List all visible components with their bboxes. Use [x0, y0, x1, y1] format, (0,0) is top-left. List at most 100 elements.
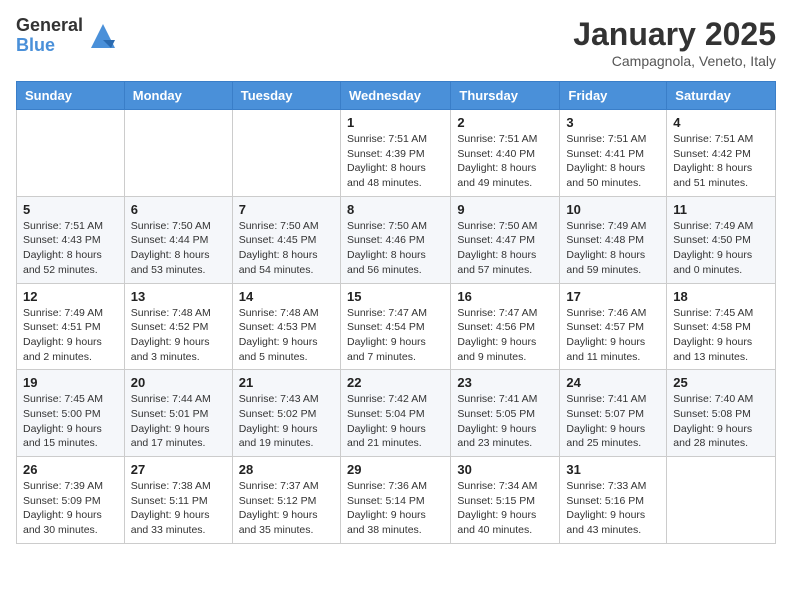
day-number: 12 [23, 289, 118, 304]
day-info: Sunrise: 7:43 AM Sunset: 5:02 PM Dayligh… [239, 392, 334, 451]
day-info: Sunrise: 7:37 AM Sunset: 5:12 PM Dayligh… [239, 479, 334, 538]
calendar-cell: 26 Sunrise: 7:39 AM Sunset: 5:09 PM Dayli… [17, 457, 125, 544]
day-number: 7 [239, 202, 334, 217]
day-number: 3 [566, 115, 660, 130]
calendar-cell: 15 Sunrise: 7:47 AM Sunset: 4:54 PM Dayli… [340, 283, 450, 370]
day-info: Sunrise: 7:50 AM Sunset: 4:46 PM Dayligh… [347, 219, 444, 278]
weekday-header-thursday: Thursday [451, 82, 560, 110]
day-info: Sunrise: 7:51 AM Sunset: 4:42 PM Dayligh… [673, 132, 769, 191]
day-info: Sunrise: 7:47 AM Sunset: 4:56 PM Dayligh… [457, 306, 553, 365]
day-number: 4 [673, 115, 769, 130]
day-info: Sunrise: 7:51 AM Sunset: 4:41 PM Dayligh… [566, 132, 660, 191]
calendar-cell: 12 Sunrise: 7:49 AM Sunset: 4:51 PM Dayli… [17, 283, 125, 370]
day-info: Sunrise: 7:49 AM Sunset: 4:50 PM Dayligh… [673, 219, 769, 278]
day-info: Sunrise: 7:50 AM Sunset: 4:44 PM Dayligh… [131, 219, 226, 278]
calendar-cell: 17 Sunrise: 7:46 AM Sunset: 4:57 PM Dayli… [560, 283, 667, 370]
calendar-cell: 24Sunrise: 7:41 AM Sunset: 5:07 PM Dayli… [560, 370, 667, 457]
day-number: 14 [239, 289, 334, 304]
logo-general-text: General [16, 16, 83, 36]
calendar-week-row: 5Sunrise: 7:51 AM Sunset: 4:43 PM Daylig… [17, 196, 776, 283]
calendar-cell: 31 Sunrise: 7:33 AM Sunset: 5:16 PM Dayli… [560, 457, 667, 544]
calendar-cell [17, 110, 125, 197]
calendar-cell: 8 Sunrise: 7:50 AM Sunset: 4:46 PM Daylig… [340, 196, 450, 283]
day-info: Sunrise: 7:38 AM Sunset: 5:11 PM Dayligh… [131, 479, 226, 538]
calendar-cell: 3 Sunrise: 7:51 AM Sunset: 4:41 PM Daylig… [560, 110, 667, 197]
day-number: 26 [23, 462, 118, 477]
day-number: 18 [673, 289, 769, 304]
calendar-cell: 22Sunrise: 7:42 AM Sunset: 5:04 PM Dayli… [340, 370, 450, 457]
day-info: Sunrise: 7:34 AM Sunset: 5:15 PM Dayligh… [457, 479, 553, 538]
weekday-header-saturday: Saturday [667, 82, 776, 110]
calendar-cell [232, 110, 340, 197]
day-number: 20 [131, 375, 226, 390]
day-info: Sunrise: 7:46 AM Sunset: 4:57 PM Dayligh… [566, 306, 660, 365]
day-info: Sunrise: 7:40 AM Sunset: 5:08 PM Dayligh… [673, 392, 769, 451]
day-info: Sunrise: 7:33 AM Sunset: 5:16 PM Dayligh… [566, 479, 660, 538]
calendar-cell: 4 Sunrise: 7:51 AM Sunset: 4:42 PM Daylig… [667, 110, 776, 197]
day-info: Sunrise: 7:50 AM Sunset: 4:45 PM Dayligh… [239, 219, 334, 278]
day-info: Sunrise: 7:41 AM Sunset: 5:05 PM Dayligh… [457, 392, 553, 451]
calendar-cell: 9 Sunrise: 7:50 AM Sunset: 4:47 PM Daylig… [451, 196, 560, 283]
day-info: Sunrise: 7:48 AM Sunset: 4:53 PM Dayligh… [239, 306, 334, 365]
calendar-week-row: 1 Sunrise: 7:51 AM Sunset: 4:39 PM Daylig… [17, 110, 776, 197]
day-info: Sunrise: 7:45 AM Sunset: 5:00 PM Dayligh… [23, 392, 118, 451]
day-info: Sunrise: 7:45 AM Sunset: 4:58 PM Dayligh… [673, 306, 769, 365]
calendar-cell: 25Sunrise: 7:40 AM Sunset: 5:08 PM Dayli… [667, 370, 776, 457]
day-number: 22 [347, 375, 444, 390]
day-number: 1 [347, 115, 444, 130]
calendar-cell: 11 Sunrise: 7:49 AM Sunset: 4:50 PM Dayli… [667, 196, 776, 283]
weekday-header-sunday: Sunday [17, 82, 125, 110]
day-number: 8 [347, 202, 444, 217]
day-info: Sunrise: 7:41 AM Sunset: 5:07 PM Dayligh… [566, 392, 660, 451]
day-info: Sunrise: 7:51 AM Sunset: 4:40 PM Dayligh… [457, 132, 553, 191]
day-info: Sunrise: 7:44 AM Sunset: 5:01 PM Dayligh… [131, 392, 226, 451]
day-number: 6 [131, 202, 226, 217]
location-text: Campagnola, Veneto, Italy [573, 53, 776, 69]
calendar-cell: 13Sunrise: 7:48 AM Sunset: 4:52 PM Dayli… [124, 283, 232, 370]
calendar-cell: 1 Sunrise: 7:51 AM Sunset: 4:39 PM Daylig… [340, 110, 450, 197]
calendar-cell: 19Sunrise: 7:45 AM Sunset: 5:00 PM Dayli… [17, 370, 125, 457]
calendar-cell: 30Sunrise: 7:34 AM Sunset: 5:15 PM Dayli… [451, 457, 560, 544]
weekday-header-wednesday: Wednesday [340, 82, 450, 110]
logo: General Blue [16, 16, 119, 56]
day-info: Sunrise: 7:50 AM Sunset: 4:47 PM Dayligh… [457, 219, 553, 278]
day-number: 9 [457, 202, 553, 217]
calendar-cell: 18 Sunrise: 7:45 AM Sunset: 4:58 PM Dayli… [667, 283, 776, 370]
day-number: 11 [673, 202, 769, 217]
day-info: Sunrise: 7:49 AM Sunset: 4:48 PM Dayligh… [566, 219, 660, 278]
weekday-header-row: SundayMondayTuesdayWednesdayThursdayFrid… [17, 82, 776, 110]
calendar-cell: 28 Sunrise: 7:37 AM Sunset: 5:12 PM Dayli… [232, 457, 340, 544]
calendar-cell: 5Sunrise: 7:51 AM Sunset: 4:43 PM Daylig… [17, 196, 125, 283]
calendar-cell: 20 Sunrise: 7:44 AM Sunset: 5:01 PM Dayli… [124, 370, 232, 457]
day-number: 28 [239, 462, 334, 477]
day-number: 15 [347, 289, 444, 304]
day-number: 23 [457, 375, 553, 390]
weekday-header-friday: Friday [560, 82, 667, 110]
calendar-week-row: 19Sunrise: 7:45 AM Sunset: 5:00 PM Dayli… [17, 370, 776, 457]
day-number: 10 [566, 202, 660, 217]
calendar-cell: 29 Sunrise: 7:36 AM Sunset: 5:14 PM Dayli… [340, 457, 450, 544]
day-number: 21 [239, 375, 334, 390]
calendar-cell: 21 Sunrise: 7:43 AM Sunset: 5:02 PM Dayli… [232, 370, 340, 457]
day-info: Sunrise: 7:51 AM Sunset: 4:39 PM Dayligh… [347, 132, 444, 191]
day-info: Sunrise: 7:49 AM Sunset: 4:51 PM Dayligh… [23, 306, 118, 365]
weekday-header-tuesday: Tuesday [232, 82, 340, 110]
day-info: Sunrise: 7:36 AM Sunset: 5:14 PM Dayligh… [347, 479, 444, 538]
day-number: 13 [131, 289, 226, 304]
calendar-cell: 27Sunrise: 7:38 AM Sunset: 5:11 PM Dayli… [124, 457, 232, 544]
day-number: 16 [457, 289, 553, 304]
logo-icon [87, 20, 119, 52]
weekday-header-monday: Monday [124, 82, 232, 110]
day-number: 17 [566, 289, 660, 304]
calendar-cell [667, 457, 776, 544]
calendar-cell: 23 Sunrise: 7:41 AM Sunset: 5:05 PM Dayli… [451, 370, 560, 457]
day-number: 31 [566, 462, 660, 477]
calendar-cell: 7 Sunrise: 7:50 AM Sunset: 4:45 PM Daylig… [232, 196, 340, 283]
day-info: Sunrise: 7:47 AM Sunset: 4:54 PM Dayligh… [347, 306, 444, 365]
calendar-table: SundayMondayTuesdayWednesdayThursdayFrid… [16, 81, 776, 544]
calendar-cell: 2Sunrise: 7:51 AM Sunset: 4:40 PM Daylig… [451, 110, 560, 197]
page-header: General Blue January 2025 Campagnola, Ve… [16, 16, 776, 69]
calendar-cell: 16 Sunrise: 7:47 AM Sunset: 4:56 PM Dayli… [451, 283, 560, 370]
day-number: 29 [347, 462, 444, 477]
day-info: Sunrise: 7:39 AM Sunset: 5:09 PM Dayligh… [23, 479, 118, 538]
